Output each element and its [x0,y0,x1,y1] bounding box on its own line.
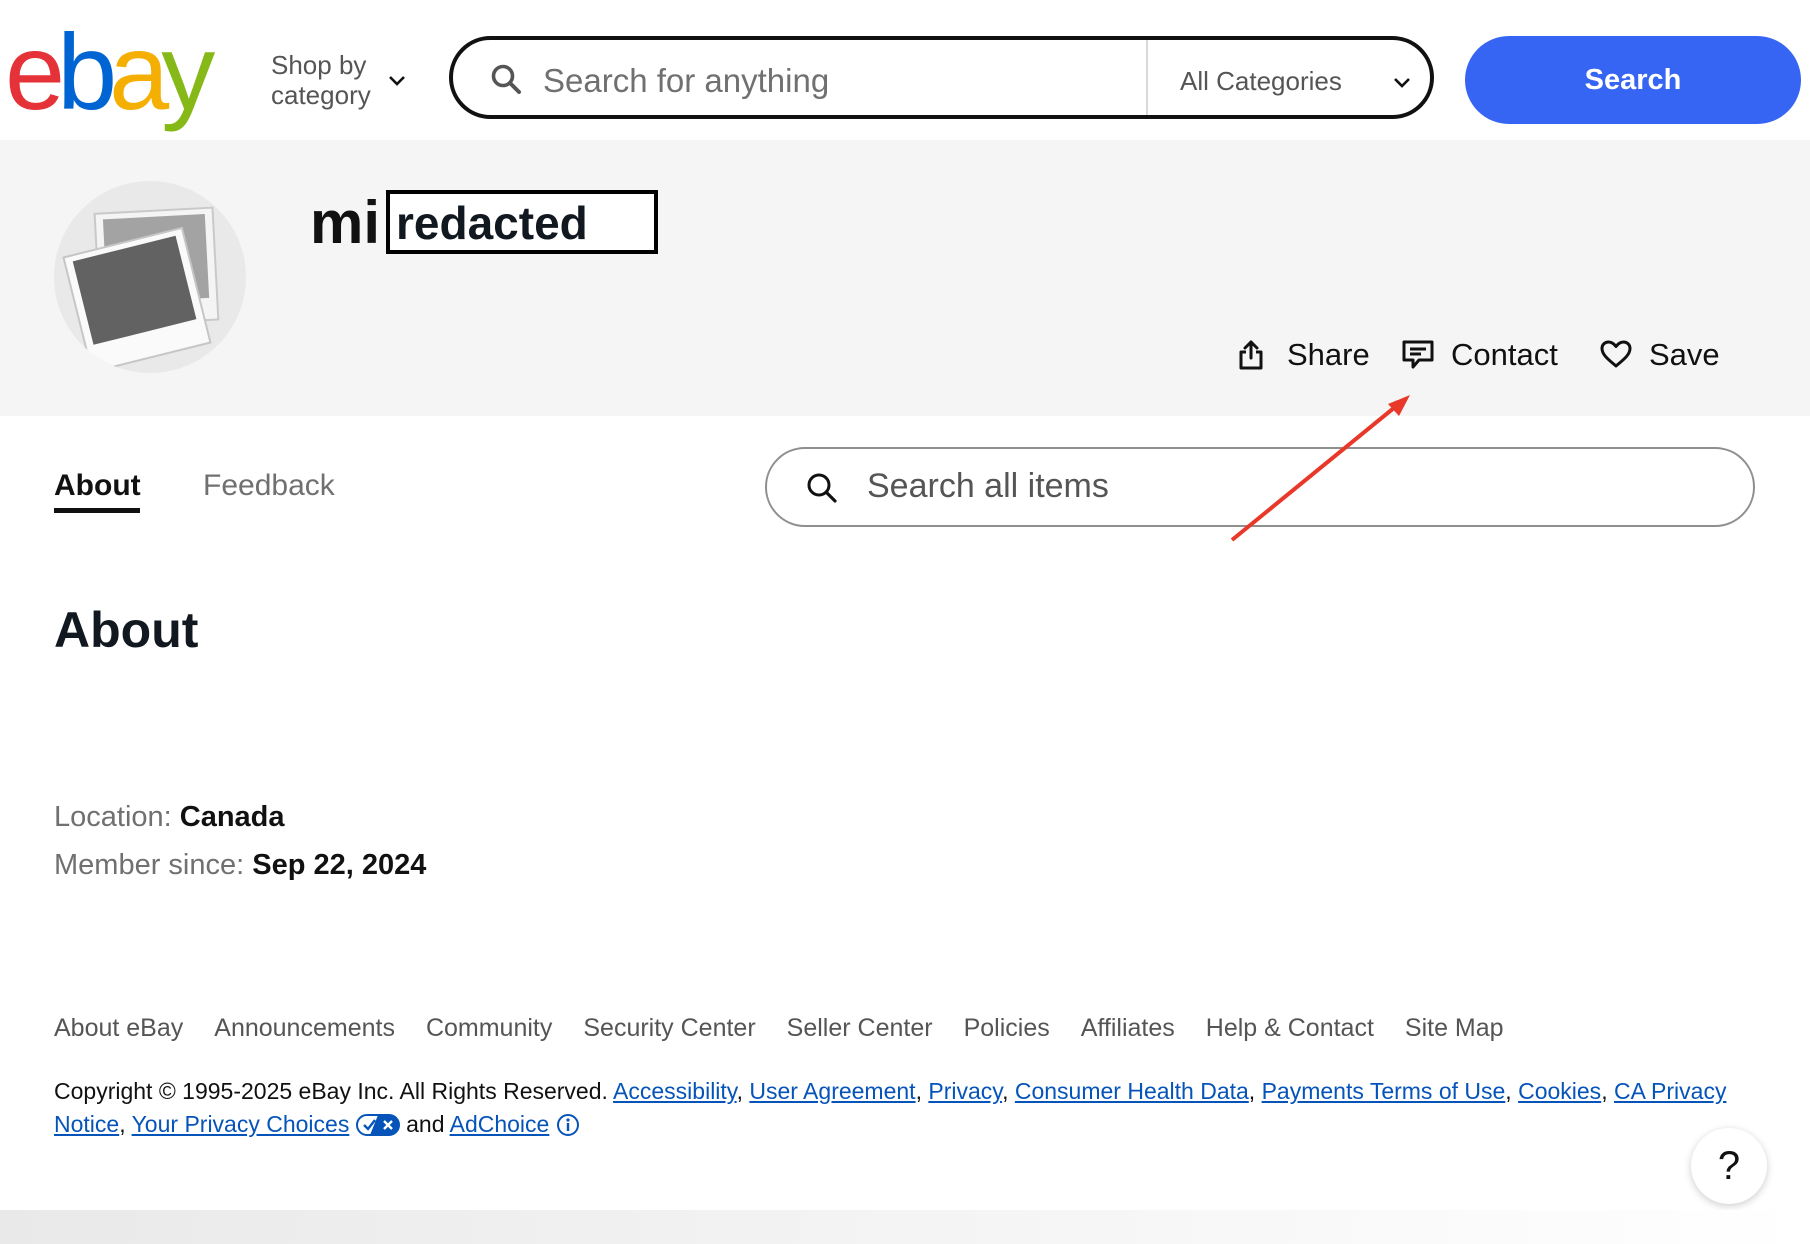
save-button[interactable]: Save [1599,330,1724,380]
search-button[interactable]: Search [1465,36,1801,124]
logo-letter-y: y [161,11,215,132]
link-privacy-choices[interactable]: Your Privacy Choices [132,1111,350,1137]
tab-about[interactable]: About [54,466,141,506]
footer-link-security-center[interactable]: Security Center [583,1014,755,1042]
link-adchoice[interactable]: AdChoice [450,1111,550,1137]
member-since-value: Sep 22, 2024 [252,849,427,881]
share-button[interactable]: Share [1237,330,1370,380]
contact-label: Contact [1451,337,1558,372]
copyright-notice: Copyright © 1995-2025 eBay Inc. All Righ… [54,1078,1727,1137]
about-heading: About [54,602,199,658]
location-label: Location: [54,801,172,833]
username: mi [310,189,381,256]
chevron-down-icon [1394,78,1410,88]
member-since-label: Member since: [54,849,245,881]
search-icon [807,473,837,503]
logo-letter-a: a [109,11,169,132]
active-tab-indicator [54,508,140,513]
link-consumer-health-data[interactable]: Consumer Health Data [1015,1078,1249,1104]
help-button[interactable]: ? [1691,1128,1767,1204]
tab-feedback[interactable]: Feedback [203,466,335,506]
link-payments-terms[interactable]: Payments Terms of Use [1262,1078,1506,1104]
contact-button[interactable]: Contact [1401,330,1561,380]
footer-link-announcements[interactable]: Announcements [214,1014,395,1042]
logo-letter-b: b [57,11,117,132]
divider [1146,40,1148,115]
link-cookies[interactable]: Cookies [1518,1078,1601,1104]
annotation-arrow [1230,395,1410,542]
share-label: Share [1287,337,1370,372]
member-since-row: Member since: Sep 22, 2024 [54,845,426,885]
footer-link-policies[interactable]: Policies [964,1014,1050,1042]
bottom-scroll-shadow [0,1210,1810,1244]
footer-link-help-contact[interactable]: Help & Contact [1206,1014,1374,1042]
ebay-logo[interactable]: ebay [5,18,245,126]
footer-link-affiliates[interactable]: Affiliates [1081,1014,1175,1042]
item-search-input[interactable]: Search all items [867,467,1109,506]
heart-icon [1600,340,1632,368]
save-label: Save [1649,337,1720,372]
info-icon [556,1114,579,1136]
photo-placeholder-icon [62,206,220,373]
link-accessibility[interactable]: Accessibility [613,1078,737,1104]
search-bar[interactable]: Search for anything All Categories [449,36,1434,119]
search-input[interactable]: Search for anything [543,62,829,100]
avatar [54,181,246,373]
footer-link-site-map[interactable]: Site Map [1405,1014,1504,1042]
logo-letter-e: e [5,11,65,132]
footer-link-seller-center[interactable]: Seller Center [787,1014,933,1042]
redacted-text: redacted [396,197,588,249]
privacy-choices-icon [355,1114,400,1136]
chevron-down-icon [389,76,405,86]
copyright-text: Copyright © 1995-2025 eBay Inc. All Righ… [54,1078,608,1104]
footer-link-about-ebay[interactable]: About eBay [54,1014,183,1042]
location-value: Canada [179,801,285,833]
footer-links: About eBay Announcements Community Security… [54,1014,1535,1043]
link-user-agreement[interactable]: User Agreement [749,1078,915,1104]
link-privacy[interactable]: Privacy [928,1078,1002,1104]
footer-link-community[interactable]: Community [426,1014,552,1042]
message-icon [1402,340,1434,369]
share-icon [1239,340,1263,370]
search-icon [491,64,521,94]
redacted-username: redacted [386,190,658,254]
category-select[interactable]: All Categories [1180,66,1342,97]
location-row: Location: Canada [54,797,285,837]
and-text: and [406,1111,445,1137]
